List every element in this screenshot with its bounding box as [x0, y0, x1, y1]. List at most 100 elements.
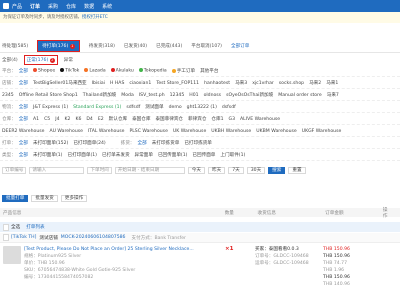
platform-akulaku[interactable]: Akulaku — [110, 68, 134, 74]
order-type-item[interactable]: 已回传面单 — [192, 152, 215, 158]
print-status-item[interactable]: 已打印面单(24) — [73, 140, 105, 146]
tab-to-ship[interactable]: 待发货(318) — [89, 43, 115, 49]
notice-link[interactable]: 授权打开ETC — [82, 15, 108, 20]
nav-item-purchase[interactable]: 采购 — [48, 3, 58, 10]
shop-item[interactable]: Moda — [121, 93, 134, 98]
warehouse-item[interactable]: 仓库1 — [211, 116, 223, 122]
warehouse-item[interactable]: DEER2 Warehouse — [2, 129, 44, 134]
subtab-all[interactable]: 全部(4) — [2, 57, 18, 63]
shop-item[interactable]: Test Store_FOP111 — [156, 81, 199, 86]
warehouse-item[interactable]: ALIVE Warehouse — [240, 117, 280, 122]
warehouse-item[interactable]: E2 — [98, 117, 104, 122]
tab-platform-cancelled[interactable]: 平台取消(107) — [191, 43, 222, 49]
tab-to-print[interactable]: 待打单(176) 1 — [37, 40, 80, 52]
nav-item-data[interactable]: 数据 — [84, 3, 94, 10]
platform-all[interactable]: 全部 — [19, 68, 28, 74]
order-type-item[interactable]: 未打印面单(1) — [33, 152, 62, 158]
date-yesterday-button[interactable]: 昨天 — [207, 167, 226, 174]
logistics-item[interactable]: 全部 — [19, 104, 28, 110]
shop-item[interactable]: xjc1vrhar — [252, 81, 274, 86]
picking-item[interactable]: 已打印拣货单 — [184, 140, 212, 146]
batch-ship-button[interactable]: 批量发货 — [31, 195, 58, 202]
subtab-normal[interactable]: 正常(176) 2 — [23, 54, 58, 65]
logistics-item[interactable]: J&T Express (1) — [33, 105, 68, 110]
tab-completed[interactable]: 已完成(443) — [156, 43, 182, 49]
tab-all-orders[interactable]: 全部订单 — [231, 43, 249, 49]
logistics-item[interactable]: ght13222 (1) — [187, 105, 217, 110]
warehouse-item[interactable]: UKBM Warehouse — [256, 129, 296, 134]
nav-item-product[interactable]: 产品 — [12, 3, 22, 10]
search-button[interactable]: 搜索 — [268, 167, 286, 174]
shop-item[interactable]: Offline Retail Store Shop1 — [19, 93, 78, 98]
warehouse-item[interactable]: J4 — [55, 117, 59, 122]
shop-item[interactable]: 马来3 — [235, 80, 247, 86]
date-today-button[interactable]: 今天 — [187, 167, 205, 174]
warehouse-item[interactable]: C5 — [44, 117, 50, 122]
search-input[interactable]: 请输入 — [29, 167, 85, 174]
shop-item[interactable]: ciaoxian1 — [129, 81, 151, 86]
platform-tiktok[interactable]: TikTok — [60, 68, 79, 74]
warehouse-item[interactable]: G3 — [229, 117, 235, 122]
warehouse-item[interactable]: D4 — [86, 117, 92, 122]
order-number[interactable]: MOCK-20240606104807586 — [61, 235, 126, 240]
reset-button[interactable]: 重置 — [288, 167, 306, 174]
picking-item[interactable]: 全部 — [138, 140, 147, 146]
shop-item[interactable]: 马来2 — [309, 80, 321, 86]
order-type-item[interactable]: 异常面单 — [135, 152, 153, 158]
logistics-item[interactable]: 测试面单 — [145, 104, 163, 110]
warehouse-item[interactable]: UKBH Warehouse — [211, 129, 251, 134]
shop-item[interactable]: socks.shop — [279, 81, 304, 86]
warehouse-item[interactable]: PLSC Warehouse — [129, 129, 167, 134]
platform-tokopedia[interactable]: Tokopedia — [138, 68, 167, 74]
shop-item[interactable]: 马来7 — [327, 92, 339, 98]
order-type-item[interactable]: 已回传面单(1) — [158, 152, 187, 158]
more-actions-button[interactable]: 更多操作 — [60, 195, 88, 202]
search-field-select[interactable]: 订单编号 — [2, 167, 27, 174]
tab-pending[interactable]: 待处理(585) — [2, 43, 28, 49]
warehouse-item[interactable]: UKGF Warehouse — [302, 129, 342, 134]
shop-item[interactable]: TestBigSeller01马来西亚 — [33, 80, 87, 86]
order-type-item[interactable]: 上门取件(1) — [220, 152, 245, 158]
shop-item[interactable]: Manual order store — [278, 93, 321, 98]
warehouse-item[interactable]: 默认仓库 — [109, 116, 127, 122]
warehouse-item[interactable]: 泰国菲律宾仓 — [155, 116, 183, 122]
shop-item[interactable]: Ibisiai — [92, 81, 105, 86]
shop-item[interactable]: Thailand新加坡 — [83, 92, 117, 98]
product-image[interactable] — [3, 246, 21, 264]
shop-item[interactable]: 马来1 — [326, 80, 338, 86]
date-30d-button[interactable]: 30天 — [246, 167, 266, 174]
warehouse-item[interactable]: K6 — [75, 117, 81, 122]
warehouse-item[interactable]: 泰国仓库 — [132, 116, 150, 122]
logistics-item[interactable]: Standard Express (1) — [73, 105, 121, 110]
nav-item-warehouse[interactable]: 仓库 — [66, 3, 76, 10]
shop-item[interactable]: oldnoss — [204, 93, 222, 98]
shop-item[interactable]: sOyeOsOsThai新加坡 — [226, 92, 273, 98]
batch-print-button[interactable]: 批量打单 — [2, 195, 29, 202]
warehouse-item[interactable]: AU Warehouse — [49, 129, 83, 134]
date-range-input[interactable]: 开始日期 - 结束日期 — [114, 167, 185, 174]
order-checkbox[interactable] — [3, 234, 9, 241]
order-type-item[interactable]: 已打印面单(1) — [67, 152, 96, 158]
order-type-item[interactable]: 全部 — [19, 152, 28, 158]
warehouse-item[interactable]: UK Warehouse — [173, 129, 206, 134]
shop-item[interactable]: hanhaotest — [204, 81, 230, 86]
logistics-item[interactable]: demo — [169, 105, 182, 110]
logistics-item[interactable]: sdfsdf — [126, 105, 140, 110]
platform-lazada[interactable]: Lazada — [84, 68, 106, 74]
subtab-exception[interactable]: 异常 — [64, 57, 73, 63]
warehouse-item[interactable]: K2 — [65, 117, 71, 122]
nav-item-order[interactable]: 订单 — [30, 3, 40, 10]
nav-item-system[interactable]: 系统 — [102, 3, 112, 10]
platform-shopee[interactable]: Shopee — [33, 68, 55, 74]
platform-manual[interactable]: 手工订单 — [171, 68, 195, 74]
shop-item[interactable]: H01 — [189, 93, 198, 98]
order-type-item[interactable]: 已打单未发货 — [102, 152, 130, 158]
shop-item[interactable]: 2345 — [2, 93, 14, 98]
tab-shipped[interactable]: 已发货(40) — [124, 43, 147, 49]
warehouse-item[interactable]: A1 — [33, 117, 39, 122]
print-status-item[interactable]: 全部 — [19, 140, 28, 146]
date-7d-button[interactable]: 7天 — [228, 167, 244, 174]
shop-item[interactable]: 12345 — [170, 93, 185, 98]
product-title[interactable]: [Test Product, Please Do Not Place an Or… — [24, 246, 224, 253]
shop-item[interactable]: H HAS — [110, 81, 124, 86]
